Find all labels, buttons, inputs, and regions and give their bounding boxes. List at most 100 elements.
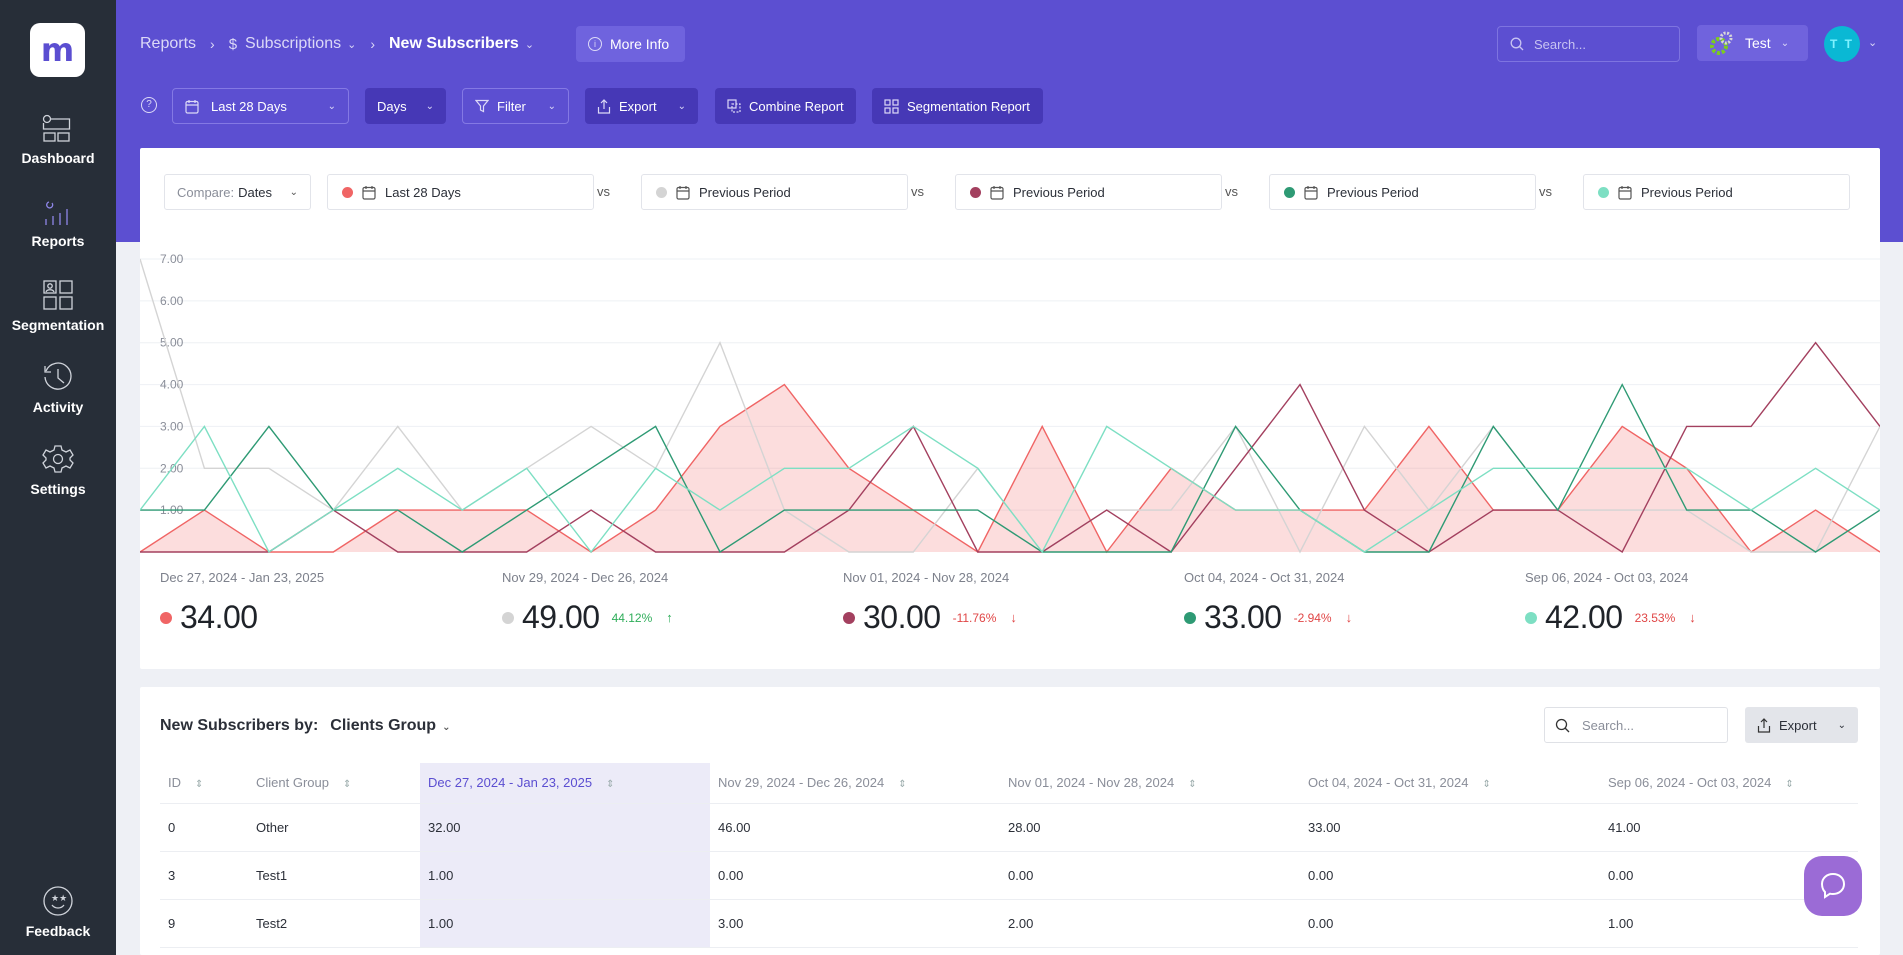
compare-period-3[interactable]: Previous Period <box>955 174 1222 210</box>
data-point[interactable] <box>846 465 852 471</box>
table-row[interactable]: 3 Test1 1.00 0.00 0.00 0.00 0.00 <box>160 851 1858 900</box>
account-switcher[interactable]: Test ⌄ <box>1697 25 1808 61</box>
data-point[interactable] <box>653 507 659 513</box>
sidebar-item-dashboard[interactable]: Dashboard <box>0 114 116 166</box>
data-point[interactable] <box>1039 549 1045 555</box>
sort-icon[interactable]: ⇕ <box>195 779 203 790</box>
data-point[interactable] <box>1619 507 1625 513</box>
group-by-dropdown[interactable]: Clients Group ⌄ <box>330 717 450 735</box>
data-point[interactable] <box>459 507 465 513</box>
data-point[interactable] <box>717 423 723 429</box>
compare-period-2[interactable]: Previous Period <box>641 174 908 210</box>
column-header[interactable]: Nov 01, 2024 - Nov 28, 2024 ⇕ <box>1000 763 1300 804</box>
data-point[interactable] <box>201 465 207 471</box>
column-header[interactable]: Client Group ⇕ <box>248 763 420 804</box>
global-search[interactable] <box>1497 26 1680 62</box>
data-point[interactable] <box>266 465 272 471</box>
data-point[interactable] <box>1168 465 1174 471</box>
compare-period-4[interactable]: Previous Period <box>1269 174 1536 210</box>
sidebar-item-activity[interactable]: Activity <box>0 361 116 415</box>
export-dropdown[interactable]: Export ⌄ <box>585 88 698 124</box>
data-point[interactable] <box>1684 465 1690 471</box>
chevron-down-icon[interactable]: ⌄ <box>1868 36 1877 49</box>
sort-icon[interactable]: ⇕ <box>606 779 614 790</box>
data-point[interactable] <box>1748 423 1754 429</box>
data-point[interactable] <box>1619 423 1625 429</box>
data-point[interactable] <box>1168 549 1174 555</box>
data-point[interactable] <box>1233 465 1239 471</box>
data-point[interactable] <box>1233 507 1239 513</box>
data-point[interactable] <box>1297 382 1303 388</box>
data-point[interactable] <box>1490 465 1496 471</box>
data-point[interactable] <box>781 549 787 555</box>
table-search-input[interactable] <box>1582 717 1712 733</box>
breadcrumb-current[interactable]: New Subscribers <box>389 35 519 53</box>
data-point[interactable] <box>1297 549 1303 555</box>
data-point[interactable] <box>266 423 272 429</box>
sidebar-item-segmentation[interactable]: Segmentation <box>0 279 116 333</box>
data-point[interactable] <box>1104 423 1110 429</box>
data-point[interactable] <box>781 465 787 471</box>
column-header[interactable]: ID ⇕ <box>160 763 248 804</box>
data-point[interactable] <box>781 507 787 513</box>
data-point[interactable] <box>717 340 723 346</box>
data-point[interactable] <box>1104 549 1110 555</box>
data-point[interactable] <box>1813 507 1819 513</box>
data-point[interactable] <box>524 507 530 513</box>
data-point[interactable] <box>1555 465 1561 471</box>
data-point[interactable] <box>1555 507 1561 513</box>
data-point[interactable] <box>1426 423 1432 429</box>
data-point[interactable] <box>653 465 659 471</box>
data-point[interactable] <box>1426 507 1432 513</box>
data-point[interactable] <box>1748 549 1754 555</box>
breadcrumb-subscriptions[interactable]: Subscriptions <box>245 35 341 53</box>
column-header[interactable]: Oct 04, 2024 - Oct 31, 2024 ⇕ <box>1300 763 1600 804</box>
data-point[interactable] <box>588 507 594 513</box>
data-point[interactable] <box>524 549 530 555</box>
compare-period-1[interactable]: Last 28 Days <box>327 174 594 210</box>
combine-report-button[interactable]: Combine Report <box>715 88 856 124</box>
data-point[interactable] <box>1684 507 1690 513</box>
data-point[interactable] <box>201 423 207 429</box>
sidebar-item-reports[interactable]: Reports <box>0 197 116 249</box>
data-point[interactable] <box>910 423 916 429</box>
sort-icon[interactable]: ⇕ <box>343 779 351 790</box>
data-point[interactable] <box>846 507 852 513</box>
user-avatar[interactable]: T T <box>1824 26 1860 62</box>
granularity-dropdown[interactable]: Days ⌄ <box>365 88 446 124</box>
data-point[interactable] <box>395 507 401 513</box>
data-point[interactable] <box>201 507 207 513</box>
data-point[interactable] <box>846 549 852 555</box>
filter-button[interactable]: Filter ⌄ <box>462 88 569 124</box>
feedback-button[interactable]: ★★ Feedback <box>0 885 116 939</box>
data-point[interactable] <box>1684 423 1690 429</box>
data-point[interactable] <box>1297 507 1303 513</box>
data-point[interactable] <box>140 507 143 513</box>
data-point[interactable] <box>266 549 272 555</box>
data-point[interactable] <box>717 507 723 513</box>
column-header[interactable]: Nov 29, 2024 - Dec 26, 2024 ⇕ <box>710 763 1000 804</box>
data-point[interactable] <box>1361 507 1367 513</box>
data-point[interactable] <box>1233 423 1239 429</box>
segmentation-report-button[interactable]: Segmentation Report <box>872 88 1043 124</box>
chevron-down-icon[interactable]: ⌄ <box>525 38 534 51</box>
data-point[interactable] <box>1619 382 1625 388</box>
data-point[interactable] <box>588 465 594 471</box>
data-point[interactable] <box>910 549 916 555</box>
app-logo[interactable]: m <box>30 23 85 77</box>
data-point[interactable] <box>1104 507 1110 513</box>
sidebar-item-settings[interactable]: Settings <box>0 443 116 497</box>
data-point[interactable] <box>330 549 336 555</box>
data-point[interactable] <box>1619 549 1625 555</box>
date-range-picker[interactable]: Last 28 Days ⌄ <box>172 88 349 124</box>
data-point[interactable] <box>1877 423 1880 429</box>
data-point[interactable] <box>910 507 916 513</box>
sort-icon[interactable]: ⇕ <box>1785 779 1793 790</box>
data-point[interactable] <box>395 423 401 429</box>
data-point[interactable] <box>140 256 143 262</box>
compare-period-5[interactable]: Previous Period <box>1583 174 1850 210</box>
data-point[interactable] <box>588 423 594 429</box>
data-point[interactable] <box>975 549 981 555</box>
data-point[interactable] <box>653 423 659 429</box>
data-point[interactable] <box>1426 549 1432 555</box>
